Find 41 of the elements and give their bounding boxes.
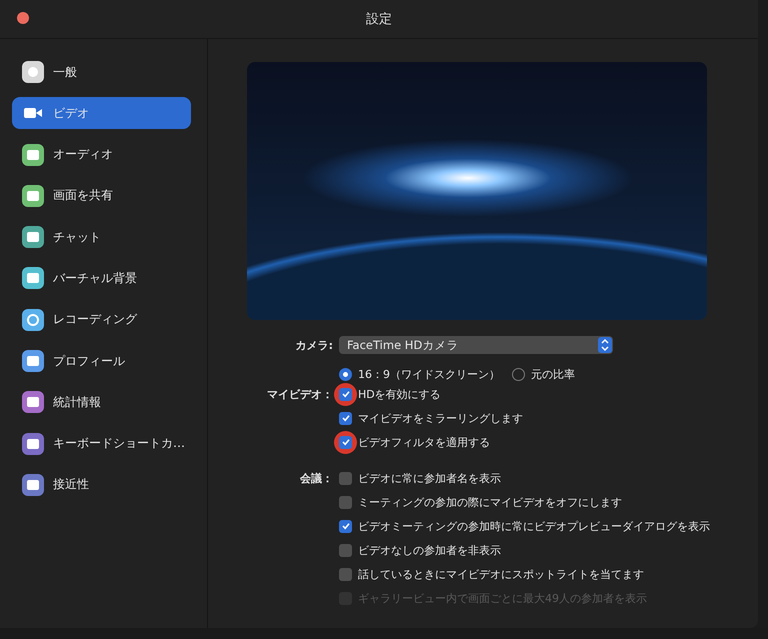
option-label: 話しているときにマイビデオにスポットライトを当てます bbox=[358, 566, 644, 582]
checkbox[interactable] bbox=[339, 520, 352, 532]
sidebar-item[interactable]: キーボードショートカ… bbox=[12, 428, 191, 460]
option-label: ビデオミーティングの参加時に常にビデオプレビューダイアログを表示 bbox=[358, 518, 710, 534]
checkmark-icon bbox=[340, 389, 350, 399]
sidebar-item[interactable]: プロフィール bbox=[12, 345, 191, 378]
option-label: ビデオに常に参加者名を表示 bbox=[358, 470, 501, 486]
option-label: ギャラリービュー内で画面ごとに最大49人の参加者を表示 bbox=[358, 590, 647, 606]
checkbox[interactable] bbox=[339, 412, 352, 424]
sidebar-item[interactable]: 接近性 bbox=[12, 468, 191, 501]
checkbox[interactable] bbox=[339, 472, 352, 484]
aspect-radio[interactable]: 16：9（ワイドスクリーン） bbox=[339, 367, 500, 382]
my-video-label: マイビデオ： bbox=[266, 386, 334, 402]
checkbox[interactable] bbox=[339, 388, 352, 400]
option-label: マイビデオをミラーリングします bbox=[358, 410, 523, 426]
option-label: ビデオなしの参加者を非表示 bbox=[358, 542, 501, 558]
close-button[interactable] bbox=[17, 12, 29, 24]
sidebar-item[interactable]: バーチャル背景 bbox=[12, 262, 191, 294]
sidebar-item[interactable]: 一般 bbox=[12, 56, 191, 88]
camera-dropdown[interactable]: FaceTime HDカメラ bbox=[339, 336, 613, 354]
checkbox[interactable] bbox=[339, 496, 352, 508]
stepper-icon bbox=[598, 337, 612, 353]
option-label: ミーティングの参加の際にマイビデオをオフにします bbox=[358, 494, 622, 510]
sidebar-item[interactable]: チャット bbox=[12, 221, 191, 254]
sidebar-item[interactable]: 画面を共有 bbox=[12, 180, 191, 212]
checkmark-icon bbox=[340, 521, 350, 531]
aspect-radio[interactable]: 元の比率 bbox=[512, 367, 575, 382]
option-label: HDを有効にする bbox=[358, 386, 441, 402]
checkbox[interactable] bbox=[339, 436, 352, 448]
window-title: 設定 bbox=[366, 11, 392, 28]
sidebar-item[interactable]: オーディオ bbox=[12, 138, 191, 171]
checkbox[interactable] bbox=[339, 568, 352, 580]
sidebar-item[interactable]: レコーディング bbox=[12, 304, 191, 336]
checkbox[interactable] bbox=[339, 544, 352, 556]
checkmark-icon bbox=[340, 437, 350, 447]
sidebar-item[interactable]: ビデオ bbox=[12, 97, 191, 130]
sidebar-item[interactable]: 統計情報 bbox=[12, 386, 191, 418]
checkmark-icon bbox=[340, 413, 350, 423]
option-label: ビデオフィルタを適用する bbox=[358, 434, 490, 450]
meeting-label: 会議： bbox=[299, 470, 334, 486]
camera-label: カメラ: bbox=[294, 338, 334, 352]
